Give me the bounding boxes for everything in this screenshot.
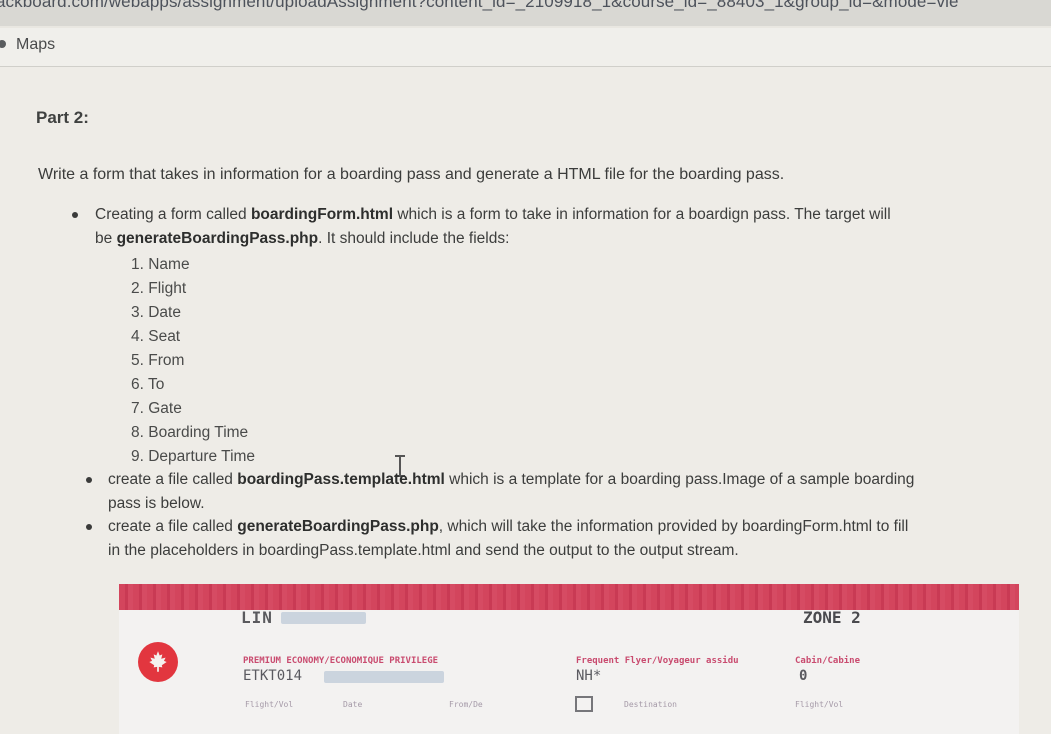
bullet-1-file: boardingForm.html (250, 206, 394, 223)
bullet-marker (86, 477, 92, 483)
cabin-value: 0 (799, 668, 808, 684)
footer-destination-label: Destination (624, 700, 677, 709)
field-item-name: 1. Name (131, 256, 190, 273)
bullet-1-pre: Creating a form called (95, 206, 251, 223)
field-item-from: 5. From (131, 352, 185, 369)
frequent-flyer-label: Frequent Flyer/Voyageur assidu (576, 656, 739, 666)
bullet-marker (86, 524, 92, 530)
field-item-flight: 2. Flight (131, 280, 187, 297)
bullet-2-post: which is a template for a boarding pass.… (444, 471, 915, 488)
redacted-ticket (324, 671, 444, 683)
assignment-content: Part 2: Write a form that takes in infor… (0, 67, 1051, 734)
footer-flight-label-2: Flight/Vol (795, 700, 844, 709)
bullet-2-file: boardingPass.template.html (237, 471, 445, 488)
part-heading: Part 2: (36, 108, 89, 127)
cabin-class-label: PREMIUM ECONOMY/ECONOMIQUE PRIVILEGE (243, 656, 439, 666)
bullet-1-line-1: Creating a form called boardingForm.html… (95, 203, 891, 227)
bullet-1-line2-pre: be (95, 230, 117, 247)
field-item-to: 6. To (131, 376, 165, 393)
boarding-pass-image: LIN ZONE 2 PREMIUM ECONOMY/ECONOMIQUE PR… (119, 584, 1019, 734)
bullet-3-pre: create a file called (108, 518, 238, 535)
bookmark-maps[interactable]: Maps (16, 36, 55, 54)
passenger-name: LIN (241, 608, 273, 627)
boarding-pass-header-band (119, 584, 1019, 610)
bullet-3-line-1: create a file called generateBoardingPas… (108, 515, 908, 539)
frequent-flyer-value: NH* (576, 668, 602, 684)
maple-leaf-icon (138, 642, 178, 682)
footer-flight-label: Flight/Vol (245, 700, 294, 709)
bullet-1-target: generateBoardingPass.php (116, 230, 319, 247)
field-item-gate: 7. Gate (131, 400, 182, 417)
maple-leaf-shape (149, 651, 167, 672)
bullet-1-line2-post: . It should include the fields: (318, 230, 510, 247)
bookmark-icon (0, 40, 6, 48)
bullet-1-mid: which is a form to take in information f… (393, 206, 891, 223)
bullet-3-file: generateBoardingPass.php (237, 518, 439, 535)
redacted-name (281, 612, 366, 624)
footer-date-label: Date (343, 700, 363, 709)
bullet-2-line-1: create a file called boardingPass.templa… (108, 468, 914, 492)
bookmarks-bar: Maps (0, 28, 1051, 67)
field-item-departure-time: 9. Departure Time (131, 448, 256, 465)
field-item-date: 3. Date (131, 304, 181, 321)
transfer-icon (575, 696, 593, 712)
bullet-3-line-2: in the placeholders in boardingPass.temp… (108, 542, 739, 559)
boarding-zone: ZONE 2 (803, 608, 861, 627)
field-item-seat: 4. Seat (131, 328, 181, 345)
bullet-2-pre: create a file called (108, 471, 238, 488)
field-item-boarding-time: 8. Boarding Time (131, 424, 249, 441)
address-bar[interactable]: ackboard.com/webapps/assignment/uploadAs… (0, 0, 1051, 26)
bullet-3-post: , which will take the information provid… (438, 518, 909, 535)
ticket-number: ETKT014 (243, 668, 303, 684)
bullet-2-line-2: pass is below. (108, 495, 205, 512)
url-text: ackboard.com/webapps/assignment/uploadAs… (0, 0, 959, 11)
bullet-1-line-2: be generateBoardingPass.php. It should i… (95, 227, 509, 251)
cabin-label: Cabin/Cabine (795, 656, 861, 666)
footer-from-label: From/De (449, 700, 483, 709)
assignment-intro: Write a form that takes in information f… (38, 166, 785, 183)
bullet-marker (72, 212, 78, 218)
